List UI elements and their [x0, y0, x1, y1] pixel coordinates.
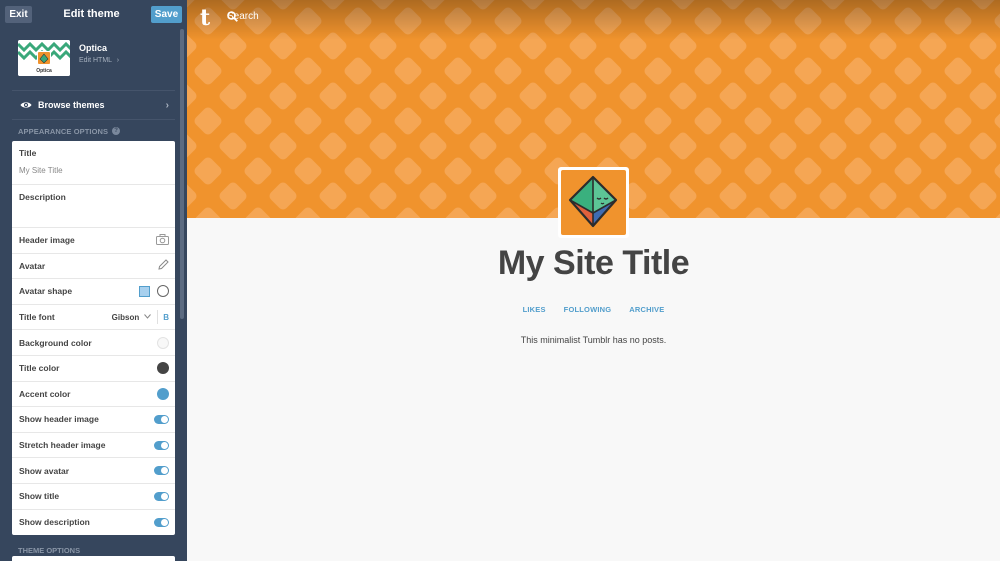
background-color-option[interactable]: Background color: [12, 330, 175, 356]
show-description-option: Show description: [12, 510, 175, 536]
title-option-label: Title: [19, 148, 37, 158]
show-title-label: Show title: [19, 491, 60, 502]
site-title[interactable]: My Site Title: [187, 244, 1000, 283]
description-option[interactable]: Description: [12, 185, 175, 228]
header-image-label: Header image: [19, 235, 75, 246]
title-color-option[interactable]: Title color: [12, 356, 175, 382]
title-font-select[interactable]: Gibson: [112, 313, 140, 322]
stretch-header-image-toggle[interactable]: [154, 440, 169, 450]
header-shade: [187, 0, 1000, 40]
title-option[interactable]: Title My Site Title: [12, 141, 175, 185]
empty-posts-message: This minimalist Tumblr has no posts.: [520, 335, 667, 345]
background-color-swatch[interactable]: [157, 336, 169, 349]
theme-name: Optica: [79, 43, 108, 53]
show-header-image-label: Show header image: [19, 414, 99, 425]
title-font-bold-toggle[interactable]: B: [163, 313, 169, 322]
show-avatar-option: Show avatar: [12, 458, 175, 484]
theme-thumbnail-label: Optica: [36, 68, 52, 74]
show-avatar-toggle[interactable]: [154, 466, 169, 476]
avatar[interactable]: [558, 167, 629, 238]
chevron-down-icon[interactable]: [144, 313, 152, 321]
edit-html-link[interactable]: Edit HTML ›: [79, 57, 119, 64]
nav-following-link[interactable]: FOLLOWING: [564, 305, 612, 314]
pencil-icon[interactable]: [158, 259, 169, 272]
show-header-image-option: Show header image: [12, 407, 175, 433]
theme-editor-sidebar: Exit Edit theme Save Optica Optica Edit …: [0, 0, 187, 561]
theme-info: Optica Edit HTML ›: [79, 43, 119, 64]
show-description-label: Show description: [19, 517, 90, 528]
header-image-option[interactable]: Header image: [12, 228, 175, 254]
theme-options-header: THEME OPTIONS: [18, 546, 81, 556]
title-color-swatch[interactable]: [157, 362, 169, 375]
title-font-option: Title font Gibson B: [12, 305, 175, 331]
blog-nav: LIKES FOLLOWING ARCHIVE: [187, 305, 1000, 314]
show-avatar-label: Show avatar: [19, 465, 70, 476]
stretch-header-image-label: Stretch header image: [19, 440, 106, 451]
show-description-toggle[interactable]: [154, 517, 169, 527]
blog-preview: t Search My Site Title LIKES FOLLOWING A…: [187, 0, 1000, 561]
appearance-options-panel: Title My Site Title Description Header i…: [12, 141, 175, 536]
title-font-label: Title font: [19, 312, 55, 323]
exit-button[interactable]: Exit: [5, 5, 32, 23]
theme-options-panel: [12, 556, 175, 561]
accent-color-option[interactable]: Accent color: [12, 382, 175, 408]
title-font-separator: [157, 310, 159, 325]
avatar-shape-option: Avatar shape: [12, 279, 175, 305]
chevron-right-icon: ›: [116, 57, 120, 64]
avatar-image: [561, 170, 626, 235]
avatar-shape-label: Avatar shape: [19, 286, 73, 297]
sidebar-scrollbar[interactable]: [180, 29, 184, 319]
search-bar[interactable]: Search: [227, 11, 259, 22]
gem-avatar-icon: [568, 175, 618, 228]
current-theme-card: Optica Optica Edit HTML ›: [0, 28, 187, 90]
editor-topbar: Exit Edit theme Save: [0, 0, 187, 28]
sidebar-divider: [12, 119, 175, 120]
avatar-shape-square[interactable]: [139, 285, 150, 297]
show-header-image-toggle[interactable]: [154, 414, 169, 424]
appearance-options-title: APPEARANCE OPTIONS: [18, 126, 109, 136]
help-icon[interactable]: ?: [112, 127, 121, 135]
avatar-label: Avatar: [19, 260, 46, 271]
avatar-shape-circle[interactable]: [157, 285, 169, 298]
eye-icon: [20, 101, 32, 109]
nav-likes-link[interactable]: LIKES: [523, 305, 546, 314]
title-input[interactable]: My Site Title: [19, 166, 168, 175]
theme-thumbnail[interactable]: Optica: [18, 40, 70, 76]
edit-html-label: Edit HTML: [79, 57, 112, 64]
browse-themes-button[interactable]: Browse themes ›: [0, 91, 187, 119]
save-button[interactable]: Save: [150, 5, 182, 23]
avatar-option[interactable]: Avatar: [12, 254, 175, 280]
editor-title: Edit theme: [63, 8, 120, 20]
accent-color-swatch[interactable]: [157, 387, 169, 400]
nav-archive-link[interactable]: ARCHIVE: [629, 305, 664, 314]
show-title-toggle[interactable]: [154, 491, 169, 501]
accent-color-label: Accent color: [19, 388, 71, 399]
browse-themes-label: Browse themes: [38, 100, 105, 110]
tumblr-logo[interactable]: t: [200, 5, 210, 31]
title-color-label: Title color: [19, 363, 60, 374]
camera-icon[interactable]: [156, 233, 169, 247]
appearance-options-header: APPEARANCE OPTIONS ?: [0, 123, 187, 139]
description-option-label: Description: [19, 192, 66, 202]
stretch-header-image-option: Stretch header image: [12, 433, 175, 459]
background-color-label: Background color: [19, 337, 92, 348]
show-title-option: Show title: [12, 484, 175, 510]
chevron-right-icon: ›: [165, 99, 169, 111]
